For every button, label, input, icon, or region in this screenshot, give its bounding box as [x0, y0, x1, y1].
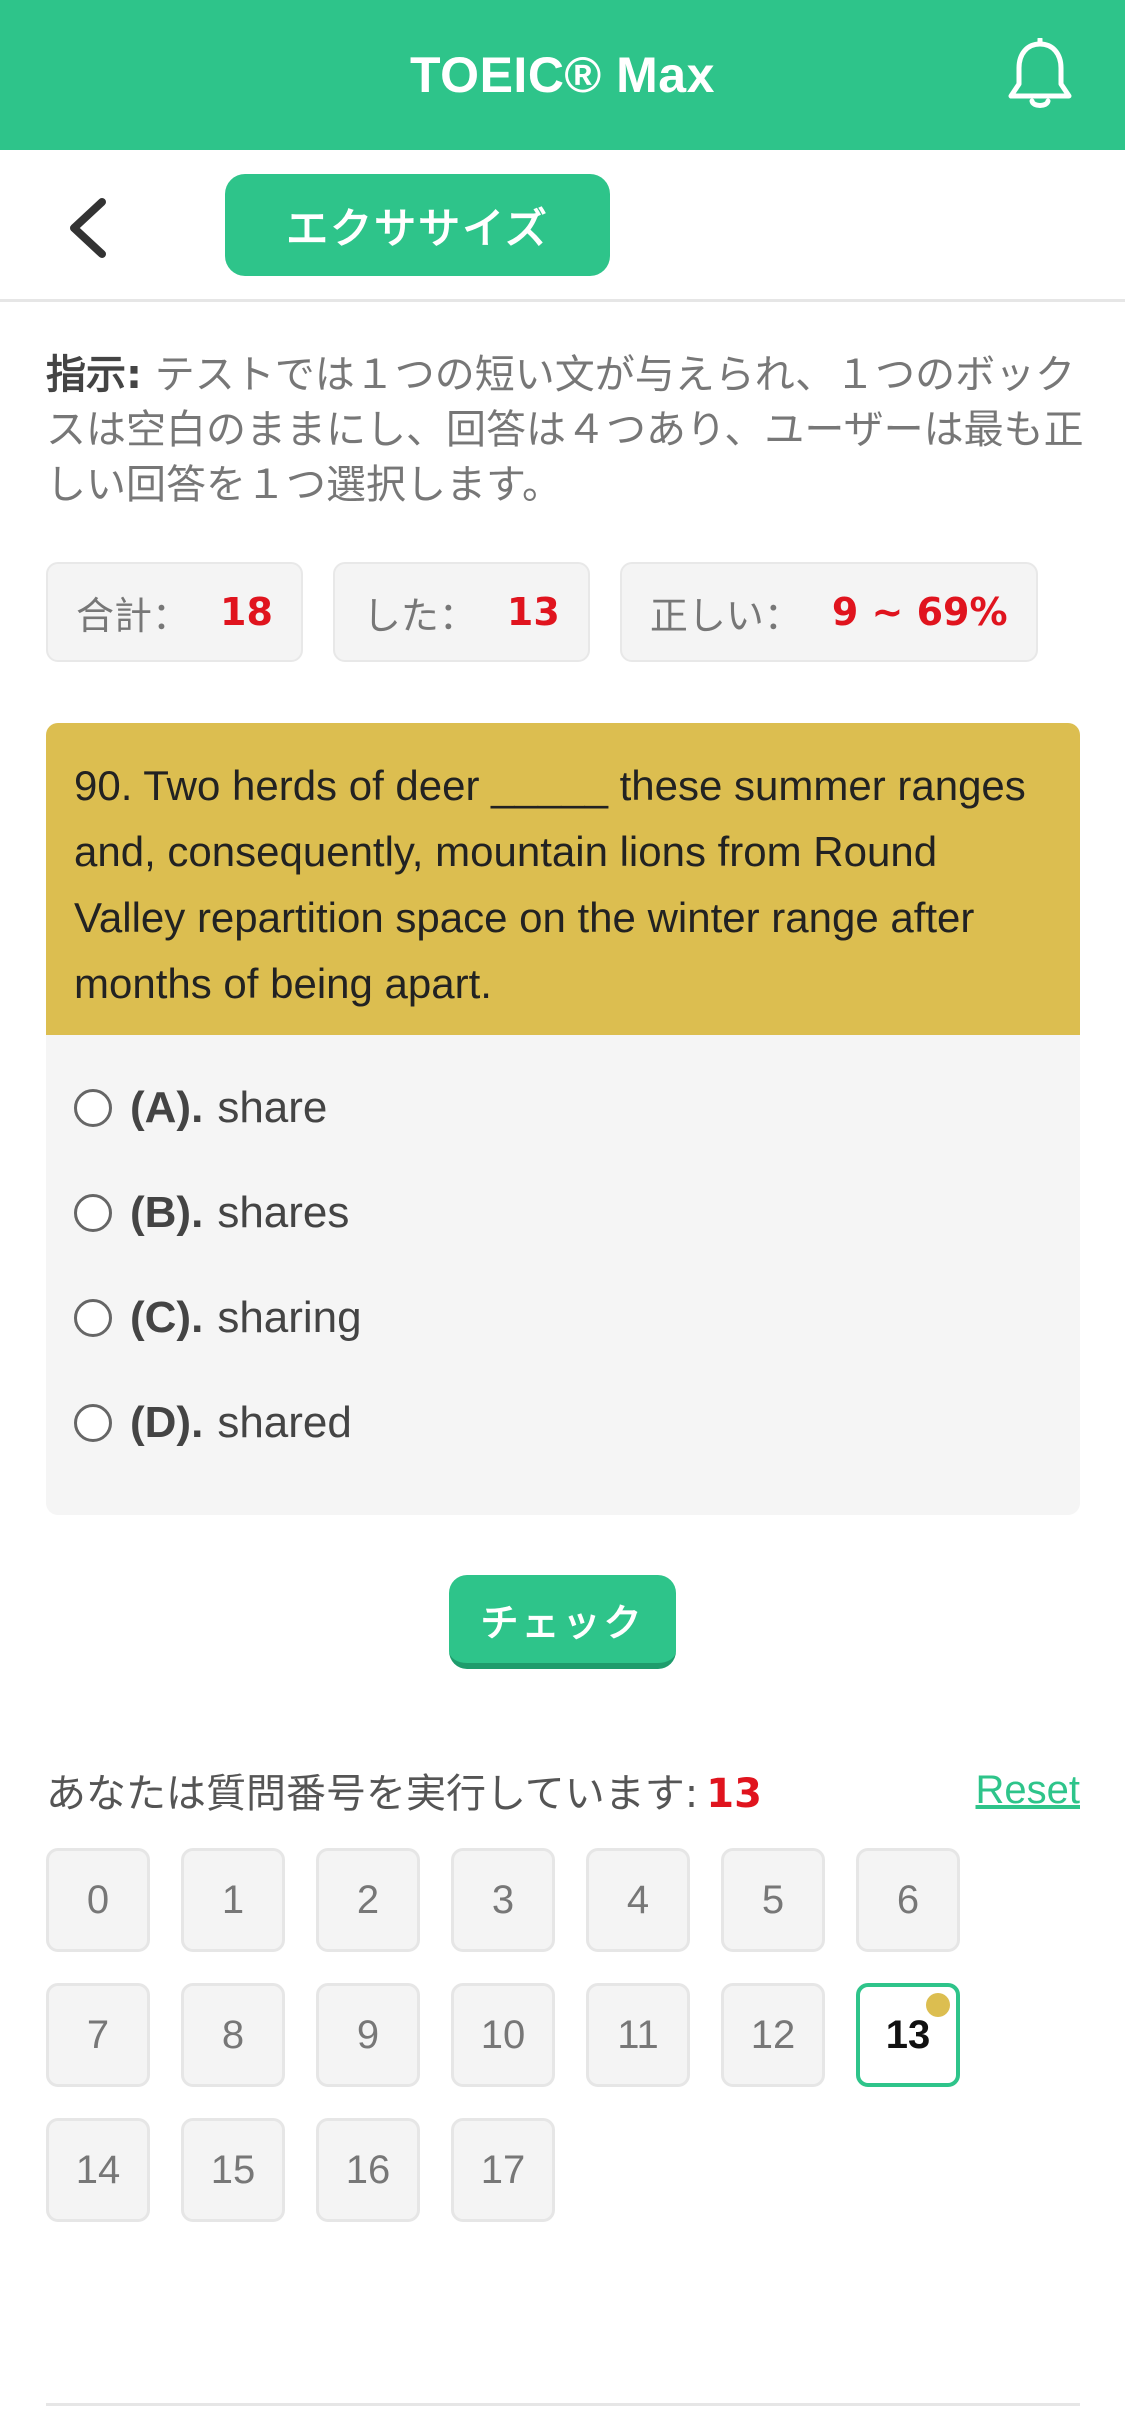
stat-correct-value: 9 ~ 69% [831, 590, 1008, 634]
check-button[interactable]: チェック [449, 1575, 676, 1669]
radio-button-b[interactable] [74, 1193, 112, 1232]
question-number-button-active[interactable]: 13 [856, 1983, 960, 2087]
question-text: 90. Two herds of deer _____ these summer… [46, 723, 1080, 1035]
option-b-letter: (B). [130, 1187, 204, 1237]
divider [46, 2403, 1080, 2406]
option-a-letter: (A). [130, 1082, 204, 1132]
question-number-button[interactable]: 15 [181, 2118, 285, 2222]
radio-button-d[interactable] [74, 1403, 112, 1442]
current-indicator-dot [926, 1993, 950, 2017]
option-d-text: shared [217, 1397, 352, 1447]
question-card: 90. Two herds of deer _____ these summer… [46, 723, 1080, 1515]
stat-done: した： 13 [332, 562, 590, 662]
option-d[interactable]: (D). shared [46, 1370, 1080, 1475]
question-number-button[interactable]: 7 [46, 1983, 150, 2087]
stat-total: 合計： 18 [46, 562, 303, 662]
question-number-button[interactable]: 9 [316, 1983, 420, 2087]
progress-row: あなたは質問番号を実行しています: 13 Reset [46, 1760, 1080, 1820]
option-a[interactable]: (A). share [46, 1055, 1080, 1160]
bell-icon[interactable] [1005, 38, 1075, 112]
current-question-number: 13 [706, 1771, 762, 1817]
app-title: TOEIC® Max [410, 47, 715, 103]
option-d-letter: (D). [130, 1397, 204, 1447]
question-number-button[interactable]: 6 [856, 1848, 960, 1952]
answer-options: (A). share (B). shares (C). sharing (D).… [46, 1035, 1080, 1475]
question-number-button[interactable]: 10 [451, 1983, 555, 2087]
radio-button-a[interactable] [74, 1088, 112, 1127]
question-number-button[interactable]: 16 [316, 2118, 420, 2222]
option-b-text: shares [217, 1187, 350, 1237]
stat-total-value: 18 [220, 590, 273, 634]
option-c-letter: (C). [130, 1292, 204, 1342]
option-b[interactable]: (B). shares [46, 1160, 1080, 1265]
option-a-text: share [217, 1082, 328, 1132]
stats-row: 合計： 18 した： 13 正しい： 9 ~ 69% [46, 562, 1038, 662]
stat-correct-label: 正しい： [649, 593, 802, 638]
stat-total-label: 合計： [76, 593, 191, 638]
stat-done-label: した： [362, 593, 477, 638]
question-number-button[interactable]: 2 [316, 1848, 420, 1952]
stat-done-value: 13 [506, 590, 560, 634]
back-arrow-icon[interactable] [62, 196, 112, 260]
question-number-button[interactable]: 11 [586, 1983, 690, 2087]
stat-correct: 正しい： 9 ~ 69% [619, 562, 1038, 662]
question-number-button[interactable]: 0 [46, 1848, 150, 1952]
option-c-text: sharing [217, 1292, 362, 1342]
option-c[interactable]: (C). sharing [46, 1265, 1080, 1370]
question-number-button[interactable]: 4 [586, 1848, 690, 1952]
question-number-button[interactable]: 5 [721, 1848, 825, 1952]
top-app-bar: TOEIC® Max [0, 0, 1125, 150]
question-number-button[interactable]: 1 [181, 1848, 285, 1952]
question-number-button[interactable]: 14 [46, 2118, 150, 2222]
progress-label: あなたは質問番号を実行しています: [46, 1771, 699, 1817]
question-number-button[interactable]: 12 [721, 1983, 825, 2087]
question-number-button[interactable]: 17 [451, 2118, 555, 2222]
question-number-label: 13 [885, 2012, 931, 2057]
instructions-label: 指示: [46, 352, 142, 398]
question-number-grid: 0 1 2 3 4 5 6 7 8 9 10 11 12 13 14 15 16… [46, 1848, 1046, 2222]
tab-exercise[interactable]: エクササイズ [225, 174, 610, 276]
progress-text: あなたは質問番号を実行しています: 13 [46, 1761, 762, 1819]
question-number-button[interactable]: 3 [451, 1848, 555, 1952]
question-number-button[interactable]: 8 [181, 1983, 285, 2087]
radio-button-c[interactable] [74, 1298, 112, 1337]
sub-navigation: エクササイズ [0, 150, 1125, 302]
reset-link[interactable]: Reset [976, 1768, 1081, 1813]
instructions: 指示: テストでは１つの短い文が与えられ、１つのボックスは空白のままにし、回答は… [46, 348, 1086, 513]
instructions-text: テストでは１つの短い文が与えられ、１つのボックスは空白のままにし、回答は４つあり… [46, 352, 1084, 508]
